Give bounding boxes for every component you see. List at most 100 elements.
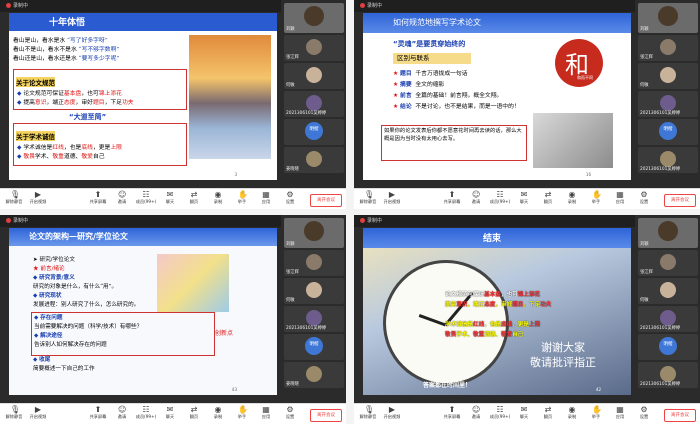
participant-tile[interactable]: 张江辉: [284, 250, 344, 276]
members-button[interactable]: ☷ 成员(99+): [488, 406, 512, 420]
participant-tile[interactable]: 2021306101吴婷婷: [638, 91, 698, 117]
participant-tile[interactable]: 姜晓晓: [284, 147, 344, 173]
chat-icon: ✉: [520, 190, 528, 199]
bullet-text: 学术、: [34, 154, 53, 160]
participant-tile[interactable]: 明楷: [638, 334, 698, 360]
chat-button[interactable]: ✉ 聊天: [512, 406, 536, 420]
participant-strip: 刘颖 张江辉 何敏 2021306101吴婷婷 明楷 2021306101吴婷婷: [635, 0, 700, 188]
record-button[interactable]: ◉ 录制: [560, 406, 584, 420]
participant-tile[interactable]: 明楷: [638, 119, 698, 145]
mute-button[interactable]: 🎙 解除静音: [356, 191, 380, 205]
leave-meeting-button[interactable]: 离开会议: [664, 194, 696, 207]
members-button[interactable]: ☷ 成员(99+): [134, 191, 158, 205]
participant-tile[interactable]: 姜晓晓: [284, 362, 344, 388]
summary-em: 红线: [472, 322, 485, 328]
page-turn-button[interactable]: ⇄ 翻页: [182, 406, 206, 420]
apps-button[interactable]: ▦ 应用: [254, 191, 278, 205]
bullet-text: 提高: [23, 100, 35, 106]
invite-button[interactable]: ☺ 邀请: [110, 406, 134, 420]
raise-hand-button[interactable]: ✋ 举手: [230, 406, 254, 420]
outline-text: 当前需要解决的问题（科学/技术）有哪些？: [34, 324, 143, 330]
participant-tile[interactable]: 何敏: [638, 63, 698, 89]
leave-meeting-button[interactable]: 离开会议: [664, 409, 696, 422]
button-label: 共享屏幕: [89, 199, 107, 204]
participant-tile[interactable]: 2021306101吴婷婷: [638, 147, 698, 173]
page-turn-button[interactable]: ⇄ 翻页: [182, 191, 206, 205]
apps-button[interactable]: ▦ 应用: [608, 406, 632, 420]
raise-hand-button[interactable]: ✋ 举手: [584, 406, 608, 420]
record-button[interactable]: ◉ 录制: [206, 191, 230, 205]
video-button[interactable]: ▶ 开启视频: [380, 191, 404, 205]
participant-tile[interactable]: 刘颖: [638, 3, 698, 33]
participant-tile[interactable]: 明楷: [284, 119, 344, 145]
settings-button[interactable]: ⚙ 设置: [278, 406, 302, 420]
summary-em: 题目: [512, 302, 524, 308]
problem-box: ◆ 存在问题 当前需要解决的问题（科学/技术）有哪些？ ◆ 解决途径 告诉别人如…: [31, 312, 215, 356]
participant-tile[interactable]: 何敏: [284, 63, 344, 89]
participant-tile[interactable]: 何敏: [284, 278, 344, 304]
video-button[interactable]: ▶ 开启视频: [26, 191, 50, 205]
settings-button[interactable]: ⚙ 设置: [632, 191, 656, 205]
participant-tile[interactable]: 明楷: [284, 334, 344, 360]
participant-name: 2021306101吴婷婷: [286, 111, 327, 116]
participant-tile[interactable]: 张江辉: [284, 35, 344, 61]
participant-name: 2021306101吴婷婷: [286, 326, 327, 331]
chat-button[interactable]: ✉ 聊天: [158, 191, 182, 205]
raise-hand-button[interactable]: ✋ 举手: [230, 191, 254, 205]
raise-hand-button[interactable]: ✋ 举手: [584, 191, 608, 205]
button-label: 翻页: [189, 199, 199, 204]
settings-button[interactable]: ⚙ 设置: [278, 191, 302, 205]
members-button[interactable]: ☷ 成员(99+): [488, 191, 512, 205]
chat-button[interactable]: ✉ 聊天: [512, 191, 536, 205]
mute-button[interactable]: 🎙 解除静音: [356, 406, 380, 420]
participant-tile[interactable]: 刘颖: [284, 218, 344, 248]
button-label: 成员(99+): [489, 414, 511, 419]
video-button[interactable]: ▶ 开启视频: [26, 406, 50, 420]
page-turn-button[interactable]: ⇄ 翻页: [536, 191, 560, 205]
invite-button[interactable]: ☺ 邀请: [110, 191, 134, 205]
record-button[interactable]: ◉ 录制: [560, 191, 584, 205]
members-button[interactable]: ☷ 成员(99+): [134, 406, 158, 420]
share-button[interactable]: ⬆ 共享屏幕: [86, 406, 110, 420]
participant-tile[interactable]: 2021306101吴婷婷: [638, 306, 698, 332]
apps-button[interactable]: ▦ 应用: [254, 406, 278, 420]
summary-part: ，更是: [512, 322, 529, 328]
leave-meeting-button[interactable]: 离开会议: [310, 409, 342, 422]
share-button[interactable]: ⬆ 共享屏幕: [440, 191, 464, 205]
share-button[interactable]: ⬆ 共享屏幕: [440, 406, 464, 420]
apps-button[interactable]: ▦ 应用: [608, 191, 632, 205]
share-button[interactable]: ⬆ 共享屏幕: [86, 191, 110, 205]
participant-strip: 刘颖 张江辉 何敏 2021306101吴婷婷 明楷 2021306101吴婷婷: [635, 215, 700, 403]
summary-part: ，审好: [495, 302, 513, 308]
participant-tile[interactable]: 张江辉: [638, 250, 698, 276]
participant-tile[interactable]: 刘颖: [284, 3, 344, 33]
slide-subtitle: “灵魂”是要贯穿始终的: [393, 40, 466, 48]
button-label: 解除静音: [359, 199, 377, 204]
participant-tile[interactable]: 何敏: [638, 278, 698, 304]
leave-meeting-button[interactable]: 离开会议: [310, 194, 342, 207]
record-button[interactable]: ◉ 录制: [206, 406, 230, 420]
record-icon: [360, 218, 365, 223]
members-icon: ☷: [496, 405, 504, 414]
participant-tile[interactable]: 2021306101吴婷婷: [284, 306, 344, 332]
bullet-em: 题目: [92, 100, 105, 106]
participant-tile[interactable]: 2021306101吴婷婷: [284, 91, 344, 117]
invite-button[interactable]: ☺ 邀请: [464, 191, 488, 205]
page-turn-button[interactable]: ⇄ 翻页: [536, 406, 560, 420]
outline-list: ➤ 研究/学位论文 ★ 前言/绪论 ◆ 研究背景/意义 研究的对象是什么，有什么…: [33, 257, 140, 308]
chat-button[interactable]: ✉ 聊天: [158, 406, 182, 420]
participant-tile[interactable]: 2021306101吴婷婷: [638, 362, 698, 388]
video-button[interactable]: ▶ 开启视频: [380, 406, 404, 420]
mute-button[interactable]: 🎙 解除静音: [2, 191, 26, 205]
summary-part: ，下足: [523, 302, 541, 308]
participant-tile[interactable]: 刘颖: [638, 218, 698, 248]
record-icon: ◉: [568, 190, 576, 199]
settings-button[interactable]: ⚙ 设置: [632, 406, 656, 420]
summary-em: 态度: [484, 302, 496, 308]
mute-button[interactable]: 🎙 解除静音: [2, 406, 26, 420]
participant-tile[interactable]: 张江辉: [638, 35, 698, 61]
innovation-label: 创新点: [215, 330, 234, 337]
button-label: 翻页: [189, 414, 199, 419]
invite-button[interactable]: ☺ 邀请: [464, 406, 488, 420]
button-label: 录制: [213, 414, 223, 419]
